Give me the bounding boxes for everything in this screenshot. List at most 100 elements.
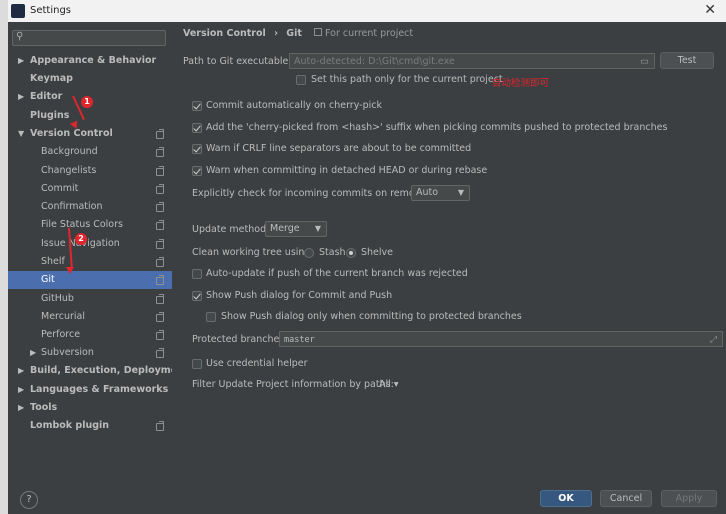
sidebar-item-github[interactable]: GitHub xyxy=(8,290,172,308)
sidebar-item-label: Build, Execution, Deployment xyxy=(30,365,189,376)
sidebar-item-subversion[interactable]: ▶ Subversion xyxy=(8,344,172,362)
update-method-select[interactable]: Merge ▼ xyxy=(265,221,327,237)
expand-icon[interactable]: ⤢ xyxy=(710,332,717,348)
auto-update-checkbox[interactable] xyxy=(192,269,202,279)
auto-update-label: Auto-update if push of the current branc… xyxy=(206,268,468,279)
sidebar-item-confirmation[interactable]: Confirmation xyxy=(8,198,172,216)
crlf-warning-label: Warn if CRLF line separators are about t… xyxy=(206,143,472,154)
protected-branches-field[interactable]: master ⤢ xyxy=(279,331,723,347)
sidebar-item-label: Lombok plugin xyxy=(30,420,110,431)
folder-icon[interactable]: ▭ xyxy=(640,54,649,70)
cherry-pick-commit-checkbox[interactable] xyxy=(192,101,202,111)
crlf-warning-checkbox[interactable] xyxy=(192,144,202,154)
expand-arrow-icon[interactable]: ▶ xyxy=(18,88,24,106)
project-scope-icon xyxy=(156,239,164,249)
apply-button[interactable]: Apply xyxy=(661,490,717,507)
shelve-radio[interactable] xyxy=(346,248,356,258)
search-input[interactable]: ⚲ xyxy=(12,30,166,46)
show-push-protected-checkbox[interactable] xyxy=(206,312,216,322)
ok-button[interactable]: OK xyxy=(540,490,592,507)
expand-arrow-icon[interactable]: ▶ xyxy=(30,344,36,362)
sidebar-item-label: Subversion xyxy=(41,347,94,358)
filter-paths-label: Filter Update Project information by pat… xyxy=(192,379,394,390)
credential-helper-checkbox[interactable] xyxy=(192,359,202,369)
incoming-commits-select[interactable]: Auto ▼ xyxy=(411,185,470,201)
stash-label: Stash xyxy=(319,247,346,258)
expand-arrow-icon[interactable]: ▶ xyxy=(18,381,24,399)
detached-head-warning-label: Warn when committing in detached HEAD or… xyxy=(206,165,488,176)
sidebar-item-changelists[interactable]: Changelists xyxy=(8,162,172,180)
set-path-only-label: Set this path only for the current proje… xyxy=(311,74,503,85)
sidebar-item-appearance[interactable]: ▶ Appearance & Behavior xyxy=(8,52,172,70)
project-scope-icon xyxy=(156,147,164,157)
show-push-protected-label: Show Push dialog only when committing to… xyxy=(221,311,522,322)
sidebar-item-label: Editor xyxy=(30,91,63,102)
breadcrumb: Version Control › Git xyxy=(183,28,302,39)
close-icon[interactable]: ✕ xyxy=(704,2,716,18)
sidebar-item-label: Languages & Frameworks xyxy=(30,384,169,395)
sidebar-item-label: Keymap xyxy=(30,73,73,84)
collapse-arrow-icon[interactable]: ▼ xyxy=(18,125,24,143)
sidebar-item-label: Tools xyxy=(30,402,58,413)
sidebar-item-version-control[interactable]: ▼ Version Control xyxy=(8,125,172,143)
cancel-button[interactable]: Cancel xyxy=(600,490,652,507)
sidebar-item-shelf[interactable]: Shelf xyxy=(8,253,172,271)
title-bar: Settings ✕ xyxy=(8,0,726,23)
project-scope-icon xyxy=(156,330,164,340)
sidebar-item-label: Commit xyxy=(41,183,79,194)
expand-arrow-icon[interactable]: ▶ xyxy=(18,52,24,70)
background-window-edge xyxy=(0,0,8,514)
expand-arrow-icon[interactable]: ▶ xyxy=(18,362,24,380)
window-title: Settings xyxy=(30,5,72,16)
stash-radio[interactable] xyxy=(304,248,314,258)
git-path-field[interactable]: Auto-detected: D:\Git\cmd\git.exe ▭ xyxy=(289,53,655,69)
expand-arrow-icon[interactable]: ▶ xyxy=(18,399,24,417)
annotation-arrowhead-2 xyxy=(66,267,74,274)
filter-paths-select[interactable]: All ▾ xyxy=(379,379,399,390)
git-path-label: Path to Git executable: xyxy=(183,56,292,67)
sidebar-item-git[interactable]: Git xyxy=(8,271,172,289)
sidebar-item-plugins[interactable]: Plugins xyxy=(8,107,172,125)
project-scope-icon xyxy=(156,166,164,176)
sidebar-item-build[interactable]: ▶ Build, Execution, Deployment xyxy=(8,362,188,380)
search-icon: ⚲ xyxy=(16,31,24,42)
sidebar-item-mercurial[interactable]: Mercurial xyxy=(8,308,172,326)
protected-branches-label: Protected branches: xyxy=(192,334,288,345)
sidebar-item-commit[interactable]: Commit xyxy=(8,180,172,198)
sidebar-item-label: Mercurial xyxy=(41,311,85,322)
sidebar-item-languages[interactable]: ▶ Languages & Frameworks xyxy=(8,381,172,399)
git-settings-panel: Version Control › Git For current projec… xyxy=(172,22,726,476)
sidebar-item-background[interactable]: Background xyxy=(8,143,172,161)
sidebar-item-tools[interactable]: ▶ Tools xyxy=(8,399,172,417)
sidebar-item-keymap[interactable]: Keymap xyxy=(8,70,172,88)
cherry-pick-commit-label: Commit automatically on cherry-pick xyxy=(206,100,382,111)
incoming-commits-label: Explicitly check for incoming commits on… xyxy=(192,188,433,199)
settings-sidebar: ⚲ ▶ Appearance & Behavior Keymap ▶ Edito… xyxy=(8,22,188,476)
annotation-note: 自动检测即可 xyxy=(492,78,550,89)
project-scope-icon xyxy=(156,421,164,431)
cherry-picked-suffix-checkbox[interactable] xyxy=(192,123,202,133)
sidebar-item-label: Changelists xyxy=(41,165,97,176)
set-path-only-checkbox[interactable] xyxy=(296,75,306,85)
intellij-logo-icon xyxy=(11,4,25,18)
project-scope-icon xyxy=(156,294,164,304)
project-scope-icon xyxy=(156,275,164,285)
sidebar-item-label: Background xyxy=(41,146,98,157)
breadcrumb-current: Git xyxy=(286,28,302,39)
scope-hint: For current project xyxy=(314,28,413,39)
help-icon[interactable]: ? xyxy=(20,491,38,509)
show-push-dialog-checkbox[interactable] xyxy=(192,291,202,301)
sidebar-item-file-status-colors[interactable]: File Status Colors xyxy=(8,216,172,234)
breadcrumb-parent[interactable]: Version Control xyxy=(183,28,266,39)
shelve-label: Shelve xyxy=(361,247,394,258)
update-method-label: Update method: xyxy=(192,224,270,235)
annotation-badge-2: 2 xyxy=(75,233,87,245)
project-scope-icon xyxy=(156,257,164,267)
detached-head-warning-checkbox[interactable] xyxy=(192,166,202,176)
test-button[interactable]: Test xyxy=(660,52,714,69)
git-path-value: Auto-detected: D:\Git\cmd\git.exe xyxy=(294,56,455,67)
sidebar-item-issue-navigation[interactable]: Issue Navigation xyxy=(8,235,172,253)
sidebar-item-perforce[interactable]: Perforce xyxy=(8,326,172,344)
sidebar-item-lombok[interactable]: Lombok plugin xyxy=(8,417,172,435)
sidebar-item-label: Plugins xyxy=(30,110,70,121)
